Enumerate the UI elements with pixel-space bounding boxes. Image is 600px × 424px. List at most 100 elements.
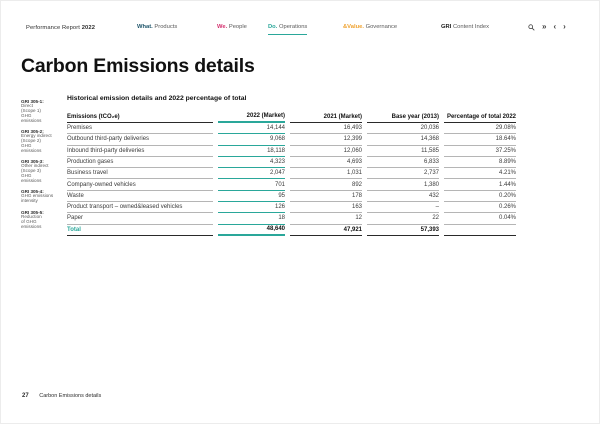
gri-sidebar: GRI 305-1: Direct (Scope 1) GHG emission… [21,99,65,235]
table-row-production-gases: Production gases 4,323 4,693 6,833 8.89% [67,157,516,169]
chevron-left-icon[interactable]: ‹ [553,23,556,31]
col-header-percentage: Percentage of total 2022 [444,110,516,123]
page-footer: 27 Carbon Emissions details [22,393,101,399]
gri-note-305-1: GRI 305-1: Direct (Scope 1) GHG emission… [21,99,65,124]
nav-item-gri-content-index[interactable]: GRI Content Index [441,24,490,31]
cell-2022: 4,323 [218,157,285,169]
nav-icons: » ‹ › [528,23,566,31]
row-label: Waste [67,191,213,203]
row-label: Production gases [67,157,213,169]
table-total-row: Total 48,640 47,921 57,393 [67,225,516,236]
nav-item-governance[interactable]: &Value. Governance [343,24,397,31]
report-label-text: Performance Report [26,25,80,31]
cell-percentage: 0.26% [444,202,516,214]
gri-note-305-5: GRI 305-5: Reduction of GHG emissions [21,210,65,230]
nav-item-people[interactable]: We. People [217,24,247,31]
cell-2021: 12,399 [290,134,362,146]
page-title: Carbon Emissions details [21,55,255,77]
gri-note-305-4: GRI 305-4: GHG emissions intensity [21,189,65,204]
total-percentage [444,225,516,236]
cell-percentage: 37.25% [444,146,516,157]
chevron-right-icon[interactable]: › [563,23,566,31]
row-label: Business travel [67,168,213,180]
nav-item-operations-label: Operations [278,24,308,30]
cell-percentage: 4.21% [444,168,516,180]
report-label: Performance Report 2022 [26,25,95,31]
table-row-outbound-deliveries: Outbound third-party deliveries 9,068 12… [67,134,516,146]
cell-base-year: 2,737 [367,168,439,180]
col-header-emissions: Emissions (tCO₂e) [67,110,213,123]
table-row-inbound-deliveries: Inbound third-party deliveries 18,118 12… [67,146,516,157]
row-label: Product transport – owned&leased vehicle… [67,202,213,214]
table-header-row: Emissions (tCO₂e) 2022 (Market) 2021 (Ma… [67,110,516,123]
nav-item-operations[interactable]: Do. Operations [268,24,308,35]
table-row-premises: Premises 14,144 16,493 20,036 29.08% [67,123,516,135]
col-header-2022-market: 2022 (Market) [218,110,285,123]
table-row-waste: Waste 95 178 432 0.20% [67,191,516,203]
nav-item-products-label: Products [154,24,178,30]
cell-2021: 163 [290,202,362,214]
row-label: Paper [67,213,213,225]
total-base-year: 57,393 [367,225,439,236]
footer-section-label: Carbon Emissions details [39,393,102,399]
nav-item-people-prefix: We. [217,24,228,30]
row-label: Company-owned vehicles [67,179,213,191]
nav-item-gri-label: Content Index [452,24,490,30]
cell-percentage: 29.08% [444,123,516,135]
cell-percentage: 0.20% [444,191,516,203]
cell-2021: 12,060 [290,146,362,157]
cell-2022: 18,118 [218,146,285,157]
cell-2021: 16,493 [290,123,362,135]
gri-description: Other indirect (Scope 3) GHG emissions [21,163,49,183]
cell-2021: 12 [290,213,362,225]
table-row-paper: Paper 18 12 22 0.04% [67,213,516,225]
gri-description: Direct (Scope 1) GHG emissions [21,103,42,123]
gri-description: GHG emissions intensity [21,193,54,204]
cell-base-year: 20,036 [367,123,439,135]
page-number: 27 [22,393,29,399]
cell-2022: 2,047 [218,168,285,180]
cell-percentage: 1.44% [444,179,516,191]
nav-item-products-prefix: What. [137,24,153,30]
col-header-base-year: Base year (2013) [367,110,439,123]
search-icon[interactable] [528,23,535,31]
gri-description: Energy indirect (Scope 2) GHG emissions [21,133,52,153]
total-label: Total [67,225,213,236]
emissions-table: Emissions (tCO₂e) 2022 (Market) 2021 (Ma… [67,110,516,236]
row-label: Premises [67,123,213,135]
nav-item-operations-prefix: Do. [268,24,278,30]
nav-item-gri-prefix: GRI [441,24,452,30]
cell-2022: 18 [218,213,285,225]
nav-item-products[interactable]: What. Products [137,24,178,31]
gri-note-305-2: GRI 305-2: Energy indirect (Scope 2) GHG… [21,129,65,154]
col-header-2021-market: 2021 (Market) [290,110,362,123]
cell-base-year: 432 [367,191,439,203]
cell-2021: 178 [290,191,362,203]
gri-note-305-3: GRI 305-3: Other indirect (Scope 3) GHG … [21,159,65,184]
cell-2021: 892 [290,179,362,191]
cell-base-year: 22 [367,213,439,225]
cell-2022: 126 [218,202,285,214]
top-nav: Performance Report 2022 What. Products W… [0,0,600,40]
cell-base-year: 1,380 [367,179,439,191]
cell-percentage: 8.89% [444,157,516,169]
cell-percentage: 0.04% [444,213,516,225]
total-2022: 48,640 [218,225,285,236]
table-row-company-vehicles: Company-owned vehicles 701 892 1,380 1.4… [67,179,516,191]
gri-description: Reduction of GHG emissions [21,213,42,229]
double-chevron-right-icon[interactable]: » [542,23,546,31]
cell-2022: 14,144 [218,123,285,135]
cell-2022: 9,068 [218,134,285,146]
cell-base-year: 14,368 [367,134,439,146]
nav-item-people-label: People [228,24,247,30]
cell-base-year: – [367,202,439,214]
cell-percentage: 18.64% [444,134,516,146]
nav-item-governance-prefix: &Value. [343,24,364,30]
cell-base-year: 11,585 [367,146,439,157]
total-2021: 47,921 [290,225,362,236]
cell-2021: 1,031 [290,168,362,180]
cell-2021: 4,693 [290,157,362,169]
report-label-year: 2022 [81,25,96,31]
report-page: Performance Report 2022 What. Products W… [0,0,600,424]
table-row-business-travel: Business travel 2,047 1,031 2,737 4.21% [67,168,516,180]
